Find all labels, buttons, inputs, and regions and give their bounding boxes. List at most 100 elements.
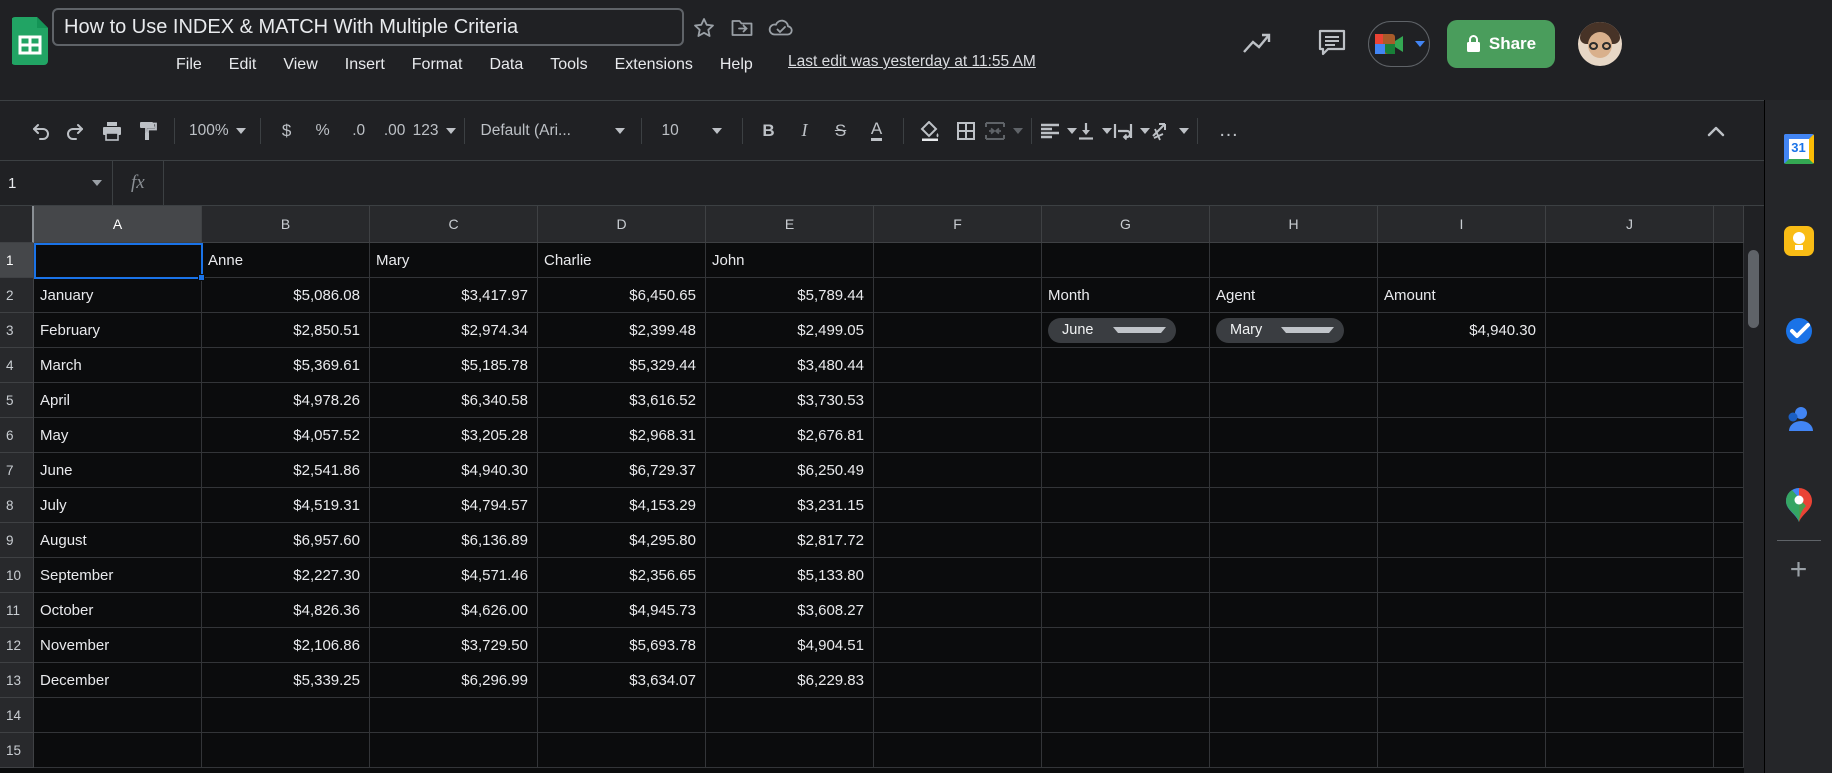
select-all-corner[interactable] — [0, 206, 34, 243]
menu-file[interactable]: File — [176, 56, 202, 74]
scrollbar-thumb[interactable] — [1748, 250, 1759, 328]
cell-E3[interactable]: $2,499.05 — [706, 313, 874, 348]
cell-C11[interactable]: $4,626.00 — [370, 593, 538, 628]
row-header-15[interactable]: 15 — [0, 733, 34, 768]
text-rotation-icon[interactable] — [1150, 113, 1189, 149]
cell-B7[interactable]: $2,541.86 — [202, 453, 370, 488]
cell-A1[interactable] — [34, 243, 202, 278]
horizontal-align-icon[interactable] — [1040, 113, 1077, 149]
cell-H1[interactable] — [1210, 243, 1378, 278]
row-header-5[interactable]: 5 — [0, 383, 34, 418]
text-wrap-icon[interactable] — [1113, 113, 1150, 149]
cell-H5[interactable] — [1210, 383, 1378, 418]
cell-E5[interactable]: $3,730.53 — [706, 383, 874, 418]
cell-J9[interactable] — [1546, 523, 1714, 558]
cell-F5[interactable] — [874, 383, 1042, 418]
cell-F1[interactable] — [874, 243, 1042, 278]
cell-C5[interactable]: $6,340.58 — [370, 383, 538, 418]
cell-C7[interactable]: $4,940.30 — [370, 453, 538, 488]
font-select[interactable]: Default (Ari... — [473, 113, 633, 149]
cell-C10[interactable]: $4,571.46 — [370, 558, 538, 593]
row-header-12[interactable]: 12 — [0, 628, 34, 663]
cell-J5[interactable] — [1546, 383, 1714, 418]
cell-I15[interactable] — [1378, 733, 1546, 768]
cell-J12[interactable] — [1546, 628, 1714, 663]
row-header-7[interactable]: 7 — [0, 453, 34, 488]
cell-B10[interactable]: $2,227.30 — [202, 558, 370, 593]
cell-J11[interactable] — [1546, 593, 1714, 628]
cell-F12[interactable] — [874, 628, 1042, 663]
cell-H14[interactable] — [1210, 698, 1378, 733]
cell-D14[interactable] — [538, 698, 706, 733]
cell-F11[interactable] — [874, 593, 1042, 628]
format-percent-button[interactable]: % — [305, 113, 341, 149]
row-header-2[interactable]: 2 — [0, 278, 34, 313]
cell-G5[interactable] — [1042, 383, 1210, 418]
row-header-3[interactable]: 3 — [0, 313, 34, 348]
cell-E13[interactable]: $6,229.83 — [706, 663, 874, 698]
increase-decimals-button[interactable]: .00 — [377, 113, 413, 149]
meet-button[interactable] — [1368, 21, 1430, 67]
month-dropdown-chip[interactable]: June — [1048, 317, 1176, 343]
col-header-overflow[interactable] — [1714, 206, 1744, 243]
document-title-box[interactable]: How to Use INDEX & MATCH With Multiple C… — [52, 8, 684, 46]
cell-overflow-2[interactable] — [1714, 278, 1744, 313]
row-header-10[interactable]: 10 — [0, 558, 34, 593]
cell-I1[interactable] — [1378, 243, 1546, 278]
cell-J2[interactable] — [1546, 278, 1714, 313]
cell-overflow-11[interactable] — [1714, 593, 1744, 628]
cell-H10[interactable] — [1210, 558, 1378, 593]
cell-F8[interactable] — [874, 488, 1042, 523]
menu-tools[interactable]: Tools — [550, 56, 587, 74]
row-header-6[interactable]: 6 — [0, 418, 34, 453]
cell-C4[interactable]: $5,185.78 — [370, 348, 538, 383]
cell-I8[interactable] — [1378, 488, 1546, 523]
cell-E12[interactable]: $4,904.51 — [706, 628, 874, 663]
cell-overflow-10[interactable] — [1714, 558, 1744, 593]
cell-E14[interactable] — [706, 698, 874, 733]
cell-A7[interactable]: June — [34, 453, 202, 488]
cell-D5[interactable]: $3,616.52 — [538, 383, 706, 418]
col-header-B[interactable]: B — [202, 206, 370, 243]
cell-B1[interactable]: Anne — [202, 243, 370, 278]
agent-dropdown-chip[interactable]: Mary — [1216, 317, 1344, 343]
menu-help[interactable]: Help — [720, 56, 753, 74]
cell-H15[interactable] — [1210, 733, 1378, 768]
cell-A3[interactable]: February — [34, 313, 202, 348]
cell-C12[interactable]: $3,729.50 — [370, 628, 538, 663]
cell-E8[interactable]: $3,231.15 — [706, 488, 874, 523]
decrease-decimals-button[interactable]: .0 — [341, 113, 377, 149]
cell-overflow-8[interactable] — [1714, 488, 1744, 523]
cell-H13[interactable] — [1210, 663, 1378, 698]
menu-insert[interactable]: Insert — [345, 56, 385, 74]
cell-C2[interactable]: $3,417.97 — [370, 278, 538, 313]
cell-I7[interactable] — [1378, 453, 1546, 488]
cell-A10[interactable]: September — [34, 558, 202, 593]
cell-E2[interactable]: $5,789.44 — [706, 278, 874, 313]
cell-H2[interactable]: Agent — [1210, 278, 1378, 313]
menu-view[interactable]: View — [283, 56, 317, 74]
col-header-D[interactable]: D — [538, 206, 706, 243]
cell-F13[interactable] — [874, 663, 1042, 698]
cell-G15[interactable] — [1042, 733, 1210, 768]
share-button[interactable]: Share — [1447, 20, 1555, 68]
cell-D2[interactable]: $6,450.65 — [538, 278, 706, 313]
cell-overflow-7[interactable] — [1714, 453, 1744, 488]
cell-J6[interactable] — [1546, 418, 1714, 453]
cell-F2[interactable] — [874, 278, 1042, 313]
cell-D6[interactable]: $2,968.31 — [538, 418, 706, 453]
row-header-4[interactable]: 4 — [0, 348, 34, 383]
cell-F14[interactable] — [874, 698, 1042, 733]
vertical-align-icon[interactable] — [1077, 113, 1113, 149]
cell-D15[interactable] — [538, 733, 706, 768]
cell-E4[interactable]: $3,480.44 — [706, 348, 874, 383]
cell-C6[interactable]: $3,205.28 — [370, 418, 538, 453]
cell-E6[interactable]: $2,676.81 — [706, 418, 874, 453]
cell-overflow-15[interactable] — [1714, 733, 1744, 768]
calendar-icon[interactable]: 31 — [1782, 132, 1816, 166]
cell-overflow-6[interactable] — [1714, 418, 1744, 453]
col-header-F[interactable]: F — [874, 206, 1042, 243]
menu-format[interactable]: Format — [412, 56, 463, 74]
cell-G6[interactable] — [1042, 418, 1210, 453]
number-format-button[interactable]: 123 — [413, 113, 456, 149]
